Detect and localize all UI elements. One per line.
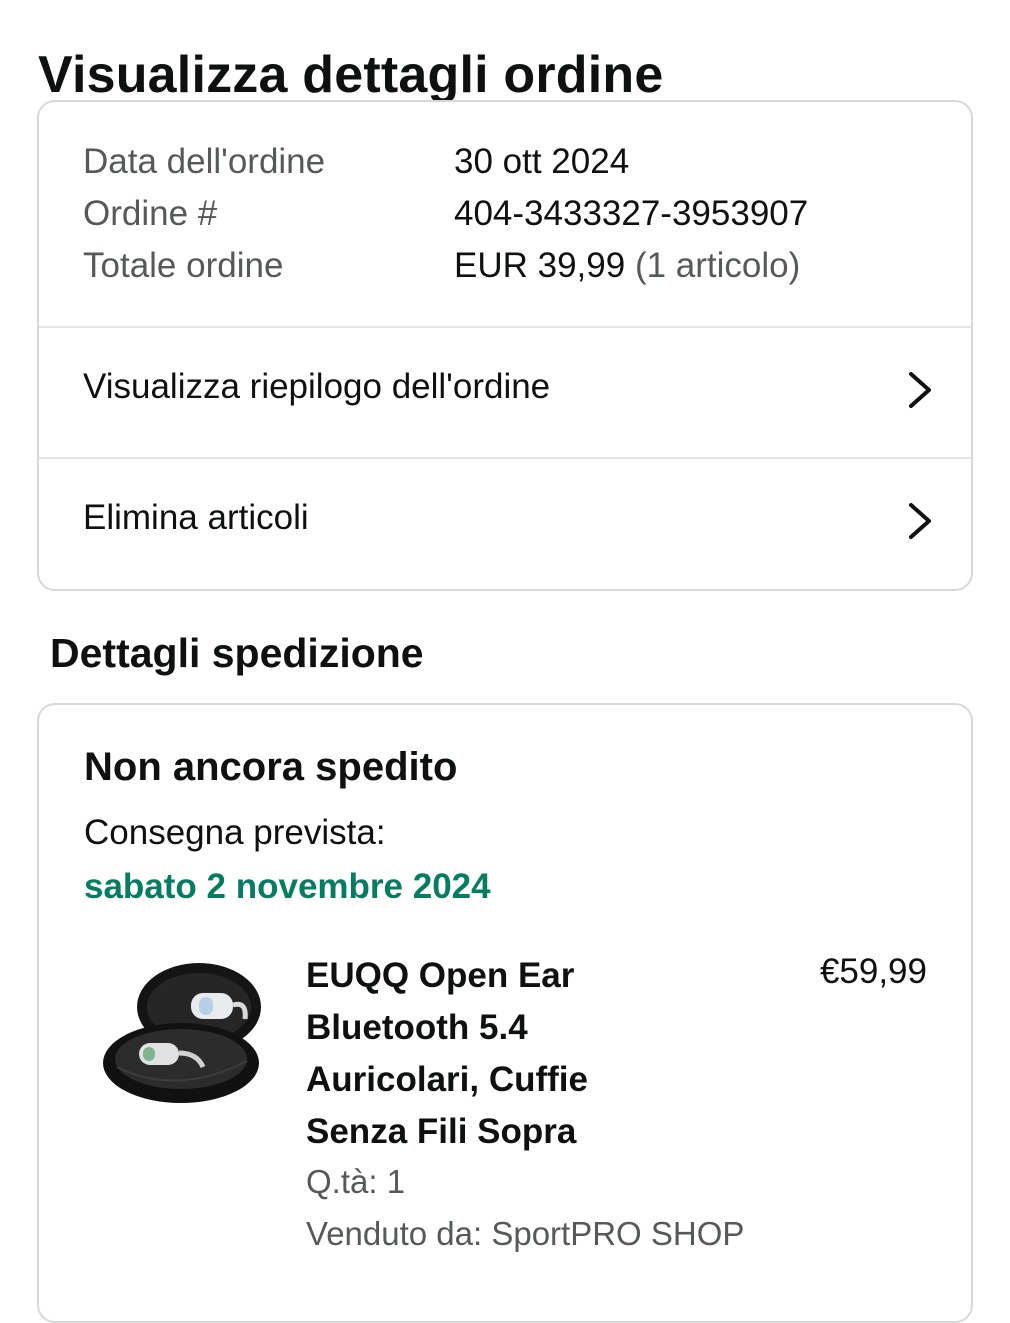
earbuds-product-image[interactable]: [99, 955, 267, 1115]
view-order-summary-label: Visualizza riepilogo dell'ordine: [83, 367, 551, 406]
order-number-row: Ordine # 404-3433327-3953907: [83, 194, 808, 234]
delete-items-label: Elimina articoli: [83, 498, 309, 537]
order-item-count: (1 articolo): [634, 246, 801, 285]
order-date-label: Data dell'ordine: [83, 142, 326, 181]
chevron-right-icon: [909, 372, 931, 408]
shipment-card: Non ancora spedito Consegna prevista: sa…: [37, 703, 973, 1323]
chevron-right-icon: [909, 503, 931, 539]
shipment-status: Non ancora spedito: [84, 745, 458, 789]
order-total-row: Totale ordine EUR 39,99 (1 articolo): [83, 246, 800, 286]
product-quantity: Q.tà: 1: [306, 1163, 406, 1200]
product-title-link[interactable]: EUQQ Open Ear Bluetooth 5.4 Auricolari, …: [306, 950, 636, 1158]
order-number-value: 404-3433327-3953907: [454, 194, 809, 233]
delivery-date: sabato 2 novembre 2024: [84, 867, 491, 906]
delete-items-link[interactable]: Elimina articoli: [39, 459, 971, 589]
order-number-label: Ordine #: [83, 194, 218, 233]
product-seller: Venduto da: SportPRO SHOP: [306, 1215, 745, 1252]
order-date-value: 30 ott 2024: [454, 142, 630, 181]
shipping-section-title: Dettagli spedizione: [50, 630, 424, 676]
order-total-value: EUR 39,99: [454, 246, 626, 285]
order-date-row: Data dell'ordine 30 ott 2024: [83, 142, 629, 182]
order-info-block: Data dell'ordine 30 ott 2024 Ordine # 404-…: [39, 102, 971, 328]
order-summary-card: Data dell'ordine 30 ott 2024 Ordine # 404-…: [37, 100, 973, 591]
product-price: €59,99: [819, 952, 927, 991]
page-title: Visualizza dettagli ordine: [38, 45, 664, 104]
delivery-estimate-label: Consegna prevista:: [84, 813, 386, 852]
order-total-label: Totale ordine: [83, 246, 284, 285]
view-order-summary-link[interactable]: Visualizza riepilogo dell'ordine: [39, 328, 971, 459]
